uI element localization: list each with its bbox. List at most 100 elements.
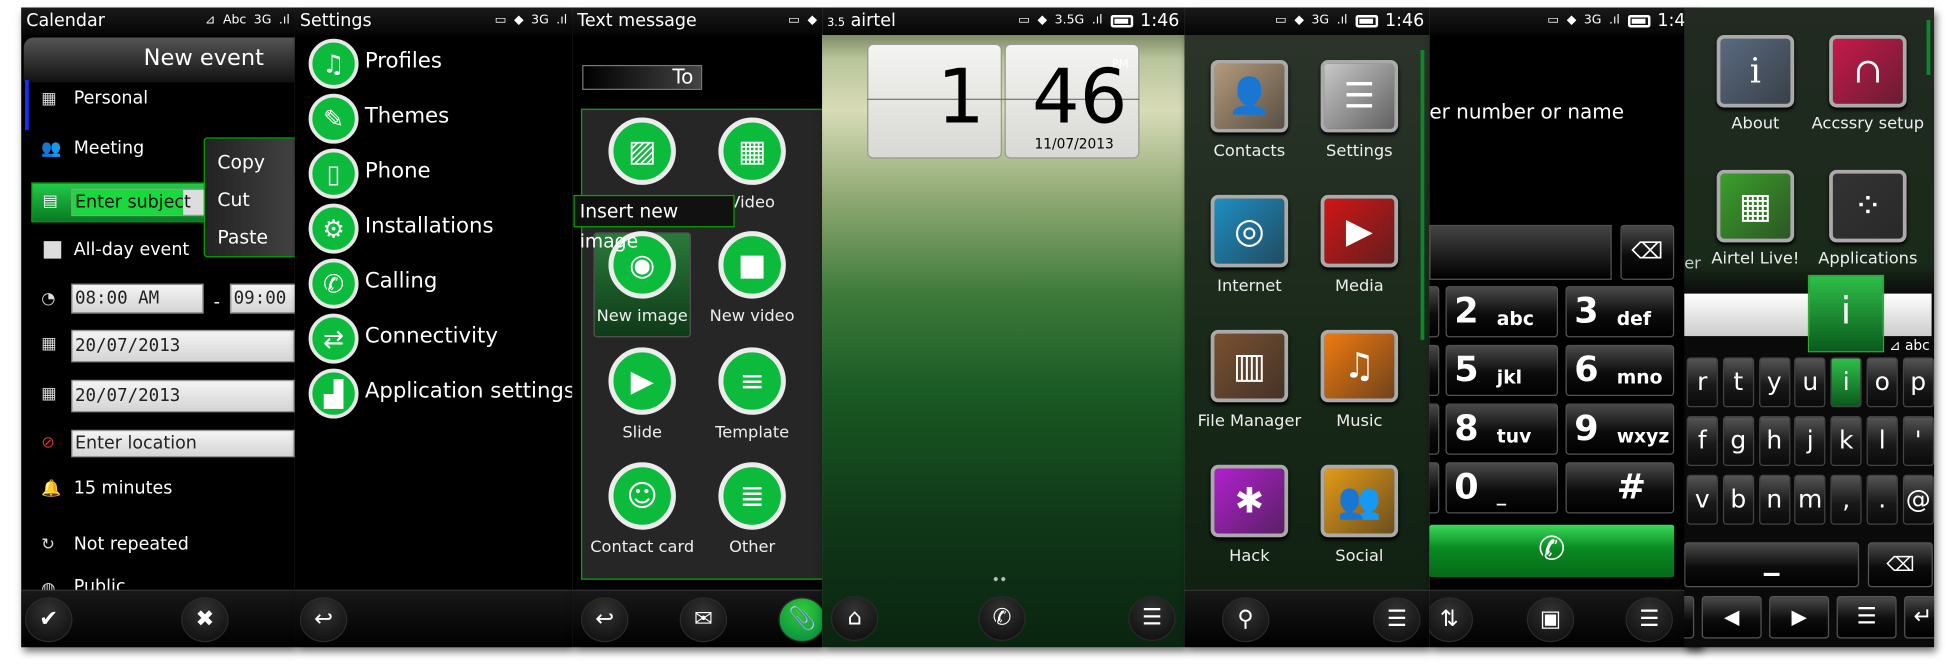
log-button[interactable]: ⇅: [1429, 597, 1474, 643]
key-g[interactable]: g: [1722, 416, 1754, 467]
insert-item-slide[interactable]: ▶ Slide: [587, 345, 697, 460]
key-,[interactable]: ,: [1830, 474, 1862, 525]
done-button[interactable]: ✔: [24, 597, 73, 643]
app-contacts[interactable]: 👤 Contacts: [1192, 59, 1307, 180]
key-u[interactable]: u: [1794, 357, 1826, 408]
app-social[interactable]: 👥 Social: [1302, 464, 1417, 585]
key-f[interactable]: f: [1686, 416, 1718, 467]
alarm-value[interactable]: 15 minutes: [74, 479, 173, 499]
start-time-field[interactable]: 08:00 AM: [71, 283, 204, 314]
settings-item-connectivity[interactable]: ⇄ Connectivity: [295, 312, 572, 364]
dial-key-0[interactable]: 0 _: [1445, 462, 1559, 514]
key-'[interactable]: ': [1902, 416, 1934, 467]
call-button[interactable]: ✆: [978, 595, 1026, 641]
partial-key[interactable]: [1684, 595, 1695, 639]
app-about[interactable]: i About: [1698, 34, 1813, 150]
insert-item-other[interactable]: ≣ Other: [697, 460, 807, 575]
dial-key-8[interactable]: 8 tuv: [1445, 403, 1559, 455]
settings-item-application-settings[interactable]: ▟ Application settings: [295, 367, 572, 419]
app-settings[interactable]: ☰ Settings: [1302, 59, 1417, 180]
cancel-button[interactable]: ✖: [181, 597, 229, 643]
key-@[interactable]: @: [1902, 474, 1934, 525]
key-r[interactable]: r: [1686, 357, 1718, 408]
settings-item-calling[interactable]: ✆ Calling: [295, 257, 572, 309]
backspace-key[interactable]: ⌫: [1867, 542, 1933, 588]
attach-button[interactable]: 📎: [778, 597, 823, 643]
partial-key[interactable]: [1429, 286, 1440, 338]
key-l[interactable]: l: [1866, 416, 1898, 467]
dial-key-2[interactable]: 2 abc: [1445, 286, 1559, 338]
send-button[interactable]: ✉: [679, 597, 728, 643]
partial-key[interactable]: [1429, 403, 1440, 455]
partial-key[interactable]: [1429, 344, 1440, 397]
to-button[interactable]: To: [582, 64, 703, 90]
left-arrow-key[interactable]: ◀: [1701, 595, 1762, 639]
menu-item-copy[interactable]: Copy: [217, 151, 265, 173]
call-button[interactable]: ✆: [1429, 524, 1675, 578]
options-button[interactable]: ☰: [1625, 597, 1673, 643]
settings-item-profiles[interactable]: ♫ Profiles: [295, 37, 572, 89]
space-key[interactable]: ▁: [1684, 542, 1860, 588]
back-button[interactable]: ↩: [580, 597, 629, 643]
calendar-type[interactable]: Personal: [74, 89, 148, 109]
key-k[interactable]: k: [1830, 416, 1862, 467]
location-input[interactable]: Enter location: [71, 429, 295, 458]
enter-key[interactable]: ↵: [1904, 595, 1935, 639]
number-input[interactable]: [1429, 224, 1612, 280]
key-j[interactable]: j: [1794, 416, 1826, 467]
menu-item-cut[interactable]: Cut: [217, 189, 249, 211]
app-hack[interactable]: ✱ Hack: [1192, 464, 1307, 585]
end-date-field[interactable]: 20/07/2013: [71, 379, 295, 413]
partial-key[interactable]: [1429, 462, 1440, 514]
app-music[interactable]: ♫ Music: [1302, 329, 1417, 450]
app-media[interactable]: ▶ Media: [1302, 194, 1417, 315]
contacts-button[interactable]: ▣: [1526, 597, 1575, 643]
options-button[interactable]: ☰: [1373, 597, 1421, 643]
start-date-field[interactable]: 20/07/2013: [71, 329, 295, 363]
dial-key-#[interactable]: #: [1565, 462, 1675, 514]
key-b[interactable]: b: [1722, 474, 1754, 525]
insert-item-contact-card[interactable]: ☺ Contact card: [587, 460, 697, 575]
clock-widget[interactable]: 1 46 PM 11/07/2013: [867, 43, 1142, 159]
settings-item-phone[interactable]: ▯ Phone: [295, 147, 572, 199]
all-day-checkbox[interactable]: [43, 241, 62, 259]
search-button[interactable]: ⚲: [1221, 597, 1270, 643]
key-y[interactable]: y: [1758, 357, 1790, 408]
menu-key[interactable]: ☰: [1836, 595, 1897, 639]
back-button[interactable]: ↩: [299, 597, 348, 643]
key-v[interactable]: v: [1686, 474, 1718, 525]
settings-item-themes[interactable]: ✎ Themes: [295, 92, 572, 144]
key-o[interactable]: o: [1866, 357, 1898, 408]
dial-key-9[interactable]: 9 wxyz: [1565, 403, 1675, 455]
status-bar: Calendar ⊿ Abc 3G .ıl: [21, 7, 295, 35]
insert-item-template[interactable]: ≡ Template: [697, 345, 807, 460]
insert-item-new-video[interactable]: ■ New video: [697, 229, 807, 344]
key-p[interactable]: p: [1902, 357, 1934, 408]
dial-key-6[interactable]: 6 mno: [1565, 344, 1675, 397]
subject-input[interactable]: Enter subject: [71, 188, 209, 217]
key-n[interactable]: n: [1758, 474, 1790, 525]
home-button[interactable]: ⌂: [830, 595, 879, 641]
key-.[interactable]: .: [1866, 474, 1898, 525]
menu-item-paste[interactable]: Paste: [217, 226, 268, 248]
dial-key-3[interactable]: 3 def: [1565, 286, 1675, 338]
app-file-manager[interactable]: ▥ File Manager: [1192, 329, 1307, 450]
app-accssry-setup[interactable]: ∩ Accssry setup: [1810, 34, 1925, 150]
app-airtel-live-[interactable]: ▦ Airtel Live!: [1698, 169, 1813, 285]
key-i[interactable]: i: [1830, 357, 1862, 408]
key-h[interactable]: h: [1758, 416, 1790, 467]
scrollbar[interactable]: [1926, 19, 1931, 75]
entry-type[interactable]: Meeting: [74, 139, 145, 159]
app-internet[interactable]: ◎ Internet: [1192, 194, 1307, 315]
backspace-button[interactable]: ⌫: [1620, 224, 1675, 280]
repeat-value[interactable]: Not repeated: [74, 535, 189, 555]
scrollbar[interactable]: [1420, 49, 1425, 340]
key-m[interactable]: m: [1794, 474, 1826, 525]
end-time-field[interactable]: 09:00 AM: [229, 283, 295, 314]
dial-key-5[interactable]: 5 jkl: [1445, 344, 1559, 397]
settings-button[interactable]: ☰: [1128, 595, 1176, 641]
app-applications[interactable]: ⁘ Applications: [1810, 169, 1925, 285]
settings-item-installations[interactable]: ⚙ Installations: [295, 202, 572, 254]
right-arrow-key[interactable]: ▶: [1769, 595, 1830, 639]
key-t[interactable]: t: [1722, 357, 1754, 408]
